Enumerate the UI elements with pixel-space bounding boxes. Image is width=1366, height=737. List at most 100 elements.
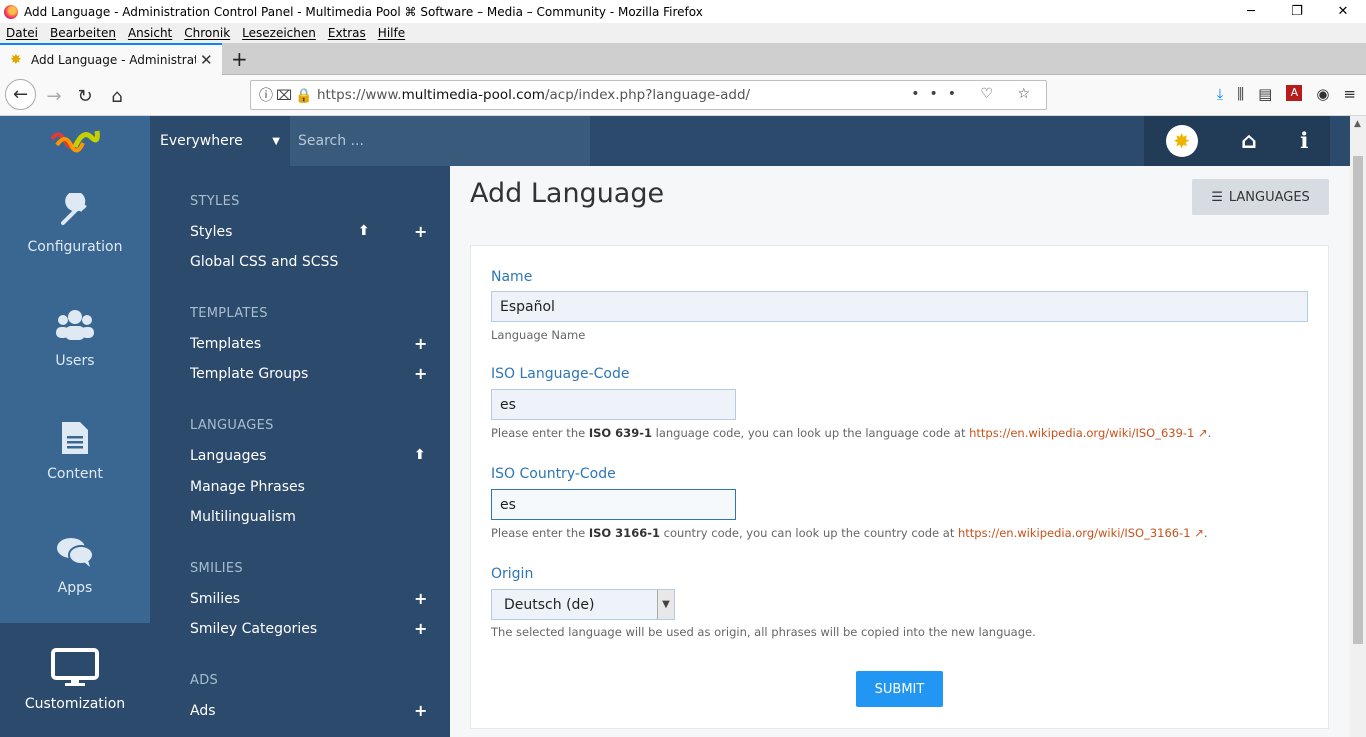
nav-content[interactable]: Content — [0, 393, 150, 507]
link-smilies[interactable]: Smilies — [190, 591, 240, 607]
submit-button[interactable]: SUBMIT — [856, 671, 943, 707]
info-icon[interactable]: ℹ — [1300, 129, 1308, 154]
tab-close-button[interactable]: ✕ — [200, 51, 213, 69]
nav-configuration[interactable]: Configuration — [0, 166, 150, 280]
link-template-groups[interactable]: Template Groups — [190, 366, 308, 382]
site-logo[interactable] — [0, 116, 150, 166]
firefox-logo-icon — [4, 4, 18, 19]
page-title: Add Language — [470, 178, 665, 209]
menu-datei[interactable]: Datei — [6, 26, 38, 40]
user-avatar[interactable]: ✸ — [1165, 125, 1198, 157]
nav-users[interactable]: Users — [0, 280, 150, 394]
acp-header: Everywhere ▼ Search ... ✸ ⌂ ℹ — [0, 116, 1350, 166]
name-label: Name — [491, 269, 533, 285]
search-input[interactable]: Search ... — [290, 116, 590, 166]
search-scope-dropdown[interactable]: Everywhere ▼ — [150, 116, 290, 166]
section-languages: LANGUAGES — [190, 418, 274, 433]
lock-icon: 🔒 — [295, 88, 316, 104]
wave-logo-icon — [50, 130, 100, 153]
link-styles[interactable]: Styles — [190, 224, 232, 240]
nav-apps[interactable]: Apps — [0, 507, 150, 621]
library-icon[interactable]: ⫼ — [1237, 85, 1244, 103]
site-info-icon[interactable]: ⓘ⌧🔒 — [259, 85, 317, 105]
menu-chronik[interactable]: Chronik — [184, 26, 230, 40]
upload-icon[interactable]: ⬆ — [358, 223, 370, 239]
origin-select[interactable]: Deutsch (de) ▼ — [491, 589, 675, 620]
link-templates[interactable]: Templates — [190, 336, 261, 352]
external-link-icon: ↗ — [1194, 526, 1204, 540]
search-scope-label: Everywhere — [160, 133, 243, 149]
users-icon — [55, 305, 95, 345]
hamburger-menu-icon[interactable]: ≡ — [1343, 85, 1356, 103]
restore-button[interactable]: ❐ — [1274, 0, 1320, 23]
menu-lesezeichen[interactable]: Lesezeichen — [242, 26, 316, 40]
scrollbar-thumb[interactable] — [1353, 156, 1363, 644]
reload-button[interactable]: ↻ — [71, 82, 99, 110]
sub-nav: STYLES Styles ⬆ + Global CSS and SCSS TE… — [150, 166, 450, 737]
menu-hilfe[interactable]: Hilfe — [378, 26, 405, 40]
menu-ansicht[interactable]: Ansicht — [128, 26, 172, 40]
sidebar-icon[interactable]: ▤ — [1258, 85, 1272, 103]
download-icon[interactable]: ⤓ — [1217, 85, 1224, 103]
forward-button[interactable]: → — [40, 82, 68, 110]
page-actions-icons[interactable]: ••• ♡ ☆ — [911, 86, 1040, 102]
link-global-css[interactable]: Global CSS and SCSS — [190, 254, 338, 270]
chevron-down-icon[interactable]: ▼ — [657, 590, 674, 619]
nav-users-label: Users — [55, 353, 95, 369]
section-ads: ADS — [190, 673, 219, 688]
link-multilingualism[interactable]: Multilingualism — [190, 509, 296, 525]
nav-customization[interactable]: Customization — [0, 623, 150, 737]
upload-language-icon[interactable]: ⬆ — [414, 447, 426, 463]
menubar: Datei Bearbeiten Ansicht Chronik Lesezei… — [0, 23, 1366, 43]
account-icon[interactable]: ◉ — [1316, 85, 1329, 103]
link-languages[interactable]: Languages — [190, 448, 266, 464]
iso-3166-link[interactable]: https://en.wikipedia.org/wiki/ISO_3166-1 — [958, 526, 1191, 540]
origin-help: The selected language will be used as or… — [491, 625, 1036, 639]
add-language-form: Name Español Language Name ISO Language-… — [470, 245, 1329, 729]
browser-tab[interactable]: ✸ Add Language - Administration ✕ — [0, 43, 222, 75]
home-icon[interactable]: ⌂ — [1241, 129, 1257, 154]
section-templates: TEMPLATES — [190, 306, 268, 321]
page: Everywhere ▼ Search ... ✸ ⌂ ℹ Configurat… — [0, 116, 1350, 737]
menu-extras[interactable]: Extras — [328, 26, 366, 40]
close-window-button[interactable]: ✕ — [1320, 0, 1366, 23]
back-button[interactable]: ← — [5, 79, 36, 110]
external-link-icon: ↗ — [1198, 426, 1208, 440]
add-template-group-icon[interactable]: + — [414, 364, 427, 383]
link-ads[interactable]: Ads — [190, 703, 216, 719]
add-style-icon[interactable]: + — [414, 222, 427, 241]
page-scrollbar[interactable]: ▲ — [1350, 116, 1366, 737]
main-nav: Configuration Users Content Apps Customi… — [0, 166, 150, 737]
link-smiley-categories[interactable]: Smiley Categories — [190, 621, 317, 637]
iso-language-label: ISO Language-Code — [491, 366, 630, 382]
favicon-icon: ✸ — [10, 51, 22, 68]
iso-country-help: Please enter the ISO 3166-1 country code… — [491, 526, 1208, 540]
nav-configuration-label: Configuration — [27, 239, 123, 255]
list-icon: ☰ — [1211, 189, 1223, 205]
home-button[interactable]: ⌂ — [103, 82, 131, 110]
add-ad-icon[interactable]: + — [414, 701, 427, 720]
main-content: Add Language ☰ LANGUAGES Name Español La… — [450, 166, 1350, 737]
window-titlebar: Add Language - Administration Control Pa… — [0, 0, 1366, 23]
pdf-icon[interactable]: A — [1286, 85, 1303, 101]
languages-button[interactable]: ☰ LANGUAGES — [1192, 179, 1329, 215]
nav-content-label: Content — [47, 466, 103, 482]
scroll-up-icon[interactable]: ▲ — [1354, 119, 1361, 129]
minimize-button[interactable]: ─ — [1228, 0, 1274, 23]
section-styles: STYLES — [190, 194, 240, 209]
url-bar[interactable]: ⓘ⌧🔒 https://www.multimedia-pool.com/acp/… — [250, 80, 1047, 110]
window-title: Add Language - Administration Control Pa… — [24, 4, 703, 19]
add-template-icon[interactable]: + — [414, 334, 427, 353]
new-tab-button[interactable]: + — [231, 47, 248, 71]
iso-language-input[interactable]: es — [491, 389, 736, 420]
menu-bearbeiten[interactable]: Bearbeiten — [50, 26, 116, 40]
add-smiley-icon[interactable]: + — [414, 589, 427, 608]
name-input[interactable]: Español — [491, 291, 1308, 322]
url-text: https://www.multimedia-pool.com/acp/inde… — [317, 87, 751, 103]
iso-country-input[interactable]: es — [491, 489, 736, 520]
link-manage-phrases[interactable]: Manage Phrases — [190, 479, 305, 495]
languages-button-label: LANGUAGES — [1228, 189, 1310, 205]
iso-639-link[interactable]: https://en.wikipedia.org/wiki/ISO_639-1 — [969, 426, 1194, 440]
iso-language-help: Please enter the ISO 639-1 language code… — [491, 426, 1212, 440]
add-smiley-category-icon[interactable]: + — [414, 619, 427, 638]
